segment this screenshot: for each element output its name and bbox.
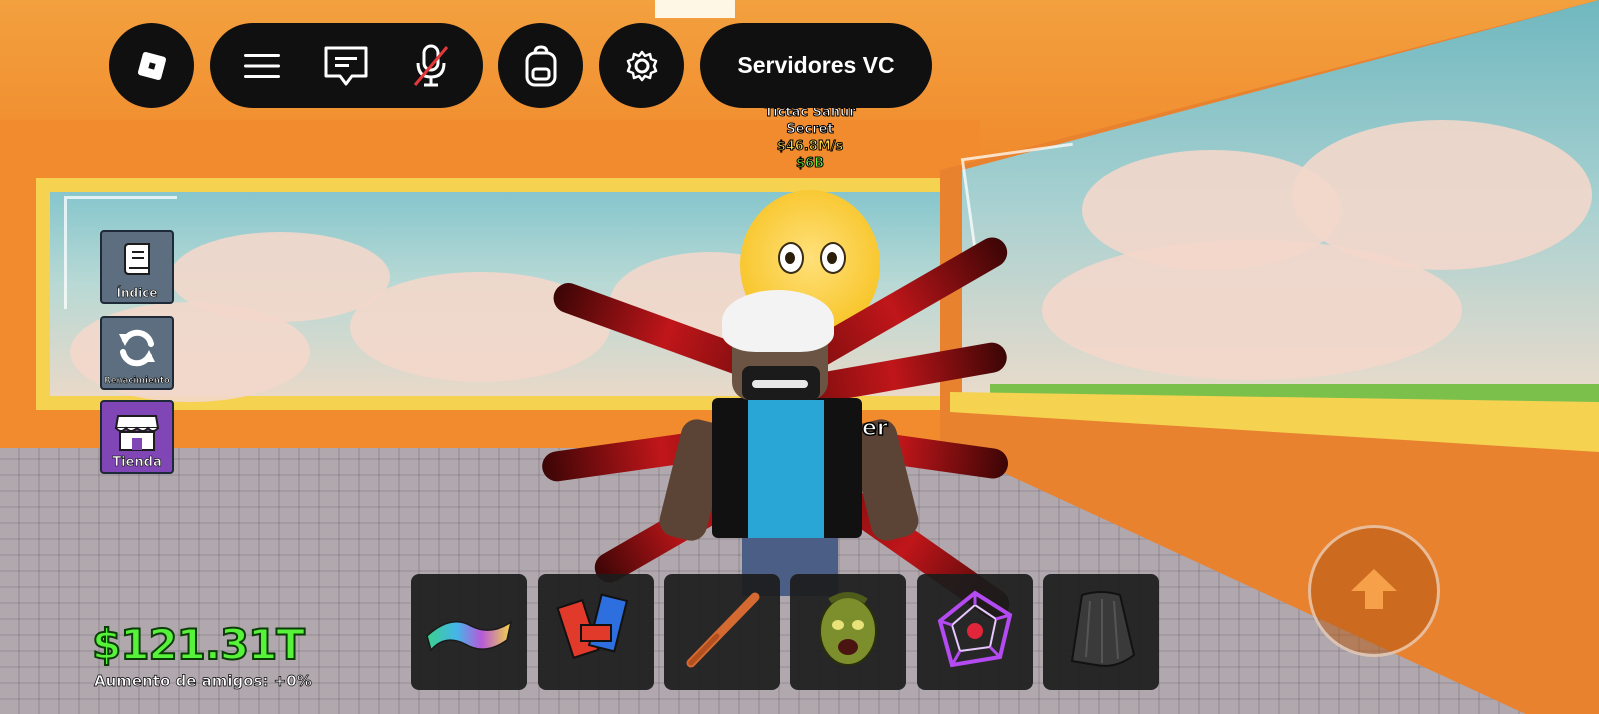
game-viewport[interactable]: Tictac Sahur Secret $46.8M/s $6B er Serv…	[0, 0, 1599, 714]
friends-boost-label: Aumento de amigos: +0%	[94, 672, 312, 691]
money-counter: $121.31T	[91, 619, 306, 670]
hotbar-slot-6[interactable]	[1043, 574, 1159, 690]
cage-trap-icon	[930, 585, 1020, 679]
microphone-muted-icon[interactable]	[411, 43, 451, 89]
cloak-icon	[1056, 585, 1146, 679]
partial-nametag: er	[861, 415, 888, 442]
backpack-icon	[523, 44, 559, 87]
voice-servers-label: Servidores VC	[737, 52, 895, 78]
jump-arrow-icon	[1349, 567, 1399, 615]
brainrot-price: $6B	[796, 156, 825, 172]
avatar-mask-teeth	[752, 380, 808, 388]
shop-icon	[114, 410, 160, 456]
backpack-button[interactable]	[498, 23, 583, 108]
avatar-shirt	[748, 400, 824, 538]
blocks-tool-icon	[551, 585, 641, 679]
magic-carpet-icon	[421, 600, 517, 664]
hotbar-slot-4[interactable]	[790, 574, 906, 690]
shop-label: Tienda	[112, 455, 162, 471]
chat-icon[interactable]	[322, 44, 370, 88]
book-icon	[117, 240, 157, 284]
gear-icon	[625, 49, 659, 83]
topbar-group	[210, 23, 483, 108]
hamburger-menu-icon[interactable]	[242, 50, 282, 82]
zombie-head-icon	[808, 585, 888, 679]
avatar-hair	[722, 290, 834, 352]
index-button[interactable]: Índice	[100, 230, 174, 304]
voice-servers-button[interactable]: Servidores VC	[700, 23, 932, 108]
hotbar-slot-1[interactable]	[411, 574, 527, 690]
cloud	[1042, 240, 1462, 380]
roblox-logo-icon	[134, 48, 170, 84]
hotbar-slot-2[interactable]	[538, 574, 654, 690]
brainrot-nametag: Tictac Sahur Secret $46.8M/s $6B	[740, 104, 880, 172]
jump-button[interactable]	[1308, 525, 1440, 657]
pupil	[827, 252, 837, 264]
pupil	[785, 252, 795, 264]
refresh-icon	[115, 326, 159, 374]
rebirth-button[interactable]: Renacimiento	[100, 316, 174, 390]
rebirth-label: Renacimiento	[104, 376, 170, 387]
baseball-bat-icon	[677, 585, 767, 679]
brainrot-rarity: Secret	[786, 122, 834, 138]
roblox-menu-button[interactable]	[109, 23, 194, 108]
brainrot-rate: $46.8M/s	[776, 139, 844, 155]
shop-button[interactable]: Tienda	[100, 400, 174, 474]
index-label: Índice	[116, 286, 158, 301]
hotbar-slot-5[interactable]	[917, 574, 1033, 690]
hotbar-slot-3[interactable]	[664, 574, 780, 690]
ceiling-light	[655, 0, 735, 18]
settings-button[interactable]	[599, 23, 684, 108]
